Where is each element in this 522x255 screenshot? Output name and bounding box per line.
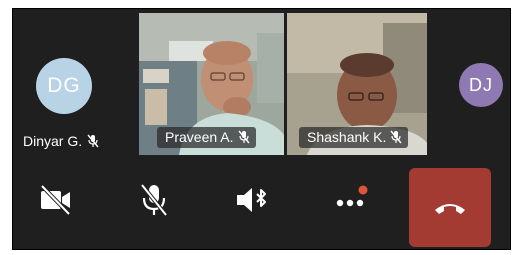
- participant-name-praveen: Praveen A.: [157, 127, 256, 148]
- participant-name-label: Praveen A.: [165, 129, 234, 145]
- avatar-initials: DJ: [469, 74, 493, 95]
- avatar-dj: DJ: [459, 63, 503, 107]
- avatar-dinyar: DG: [36, 58, 92, 114]
- participant-tile-shashank[interactable]: Shashank K.: [287, 13, 427, 155]
- participant-name-shashank: Shashank K.: [299, 127, 409, 148]
- participant-tile-dj[interactable]: DJ: [429, 13, 510, 155]
- mic-muted-icon: [390, 130, 402, 144]
- notification-dot: [358, 185, 368, 195]
- more-options-button[interactable]: [324, 169, 378, 231]
- avatar-initials: DG: [47, 74, 81, 97]
- participant-tile-praveen[interactable]: Praveen A.: [139, 13, 284, 155]
- participant-tile-dinyar[interactable]: DG Dinyar G.: [13, 13, 138, 155]
- microphone-toggle-button[interactable]: [127, 169, 181, 231]
- video-call-window: DG Dinyar G. Praveen A. Shashank K. DJ: [12, 8, 511, 250]
- more-dots-icon: [336, 185, 368, 207]
- mic-muted-icon: [237, 130, 250, 144]
- hang-up-button[interactable]: [409, 168, 491, 247]
- mic-off-icon: [140, 183, 168, 217]
- camera-toggle-button[interactable]: [29, 169, 83, 231]
- audio-output-button[interactable]: [226, 169, 280, 231]
- mic-muted-icon: [87, 134, 99, 148]
- participant-name-label: Dinyar G.: [23, 133, 83, 149]
- participant-name-dinyar: Dinyar G.: [23, 133, 99, 149]
- hangup-phone-icon: [435, 203, 465, 214]
- video-off-icon: [40, 185, 71, 215]
- participant-name-label: Shashank K.: [307, 129, 387, 145]
- speaker-bluetooth-icon: [237, 188, 266, 212]
